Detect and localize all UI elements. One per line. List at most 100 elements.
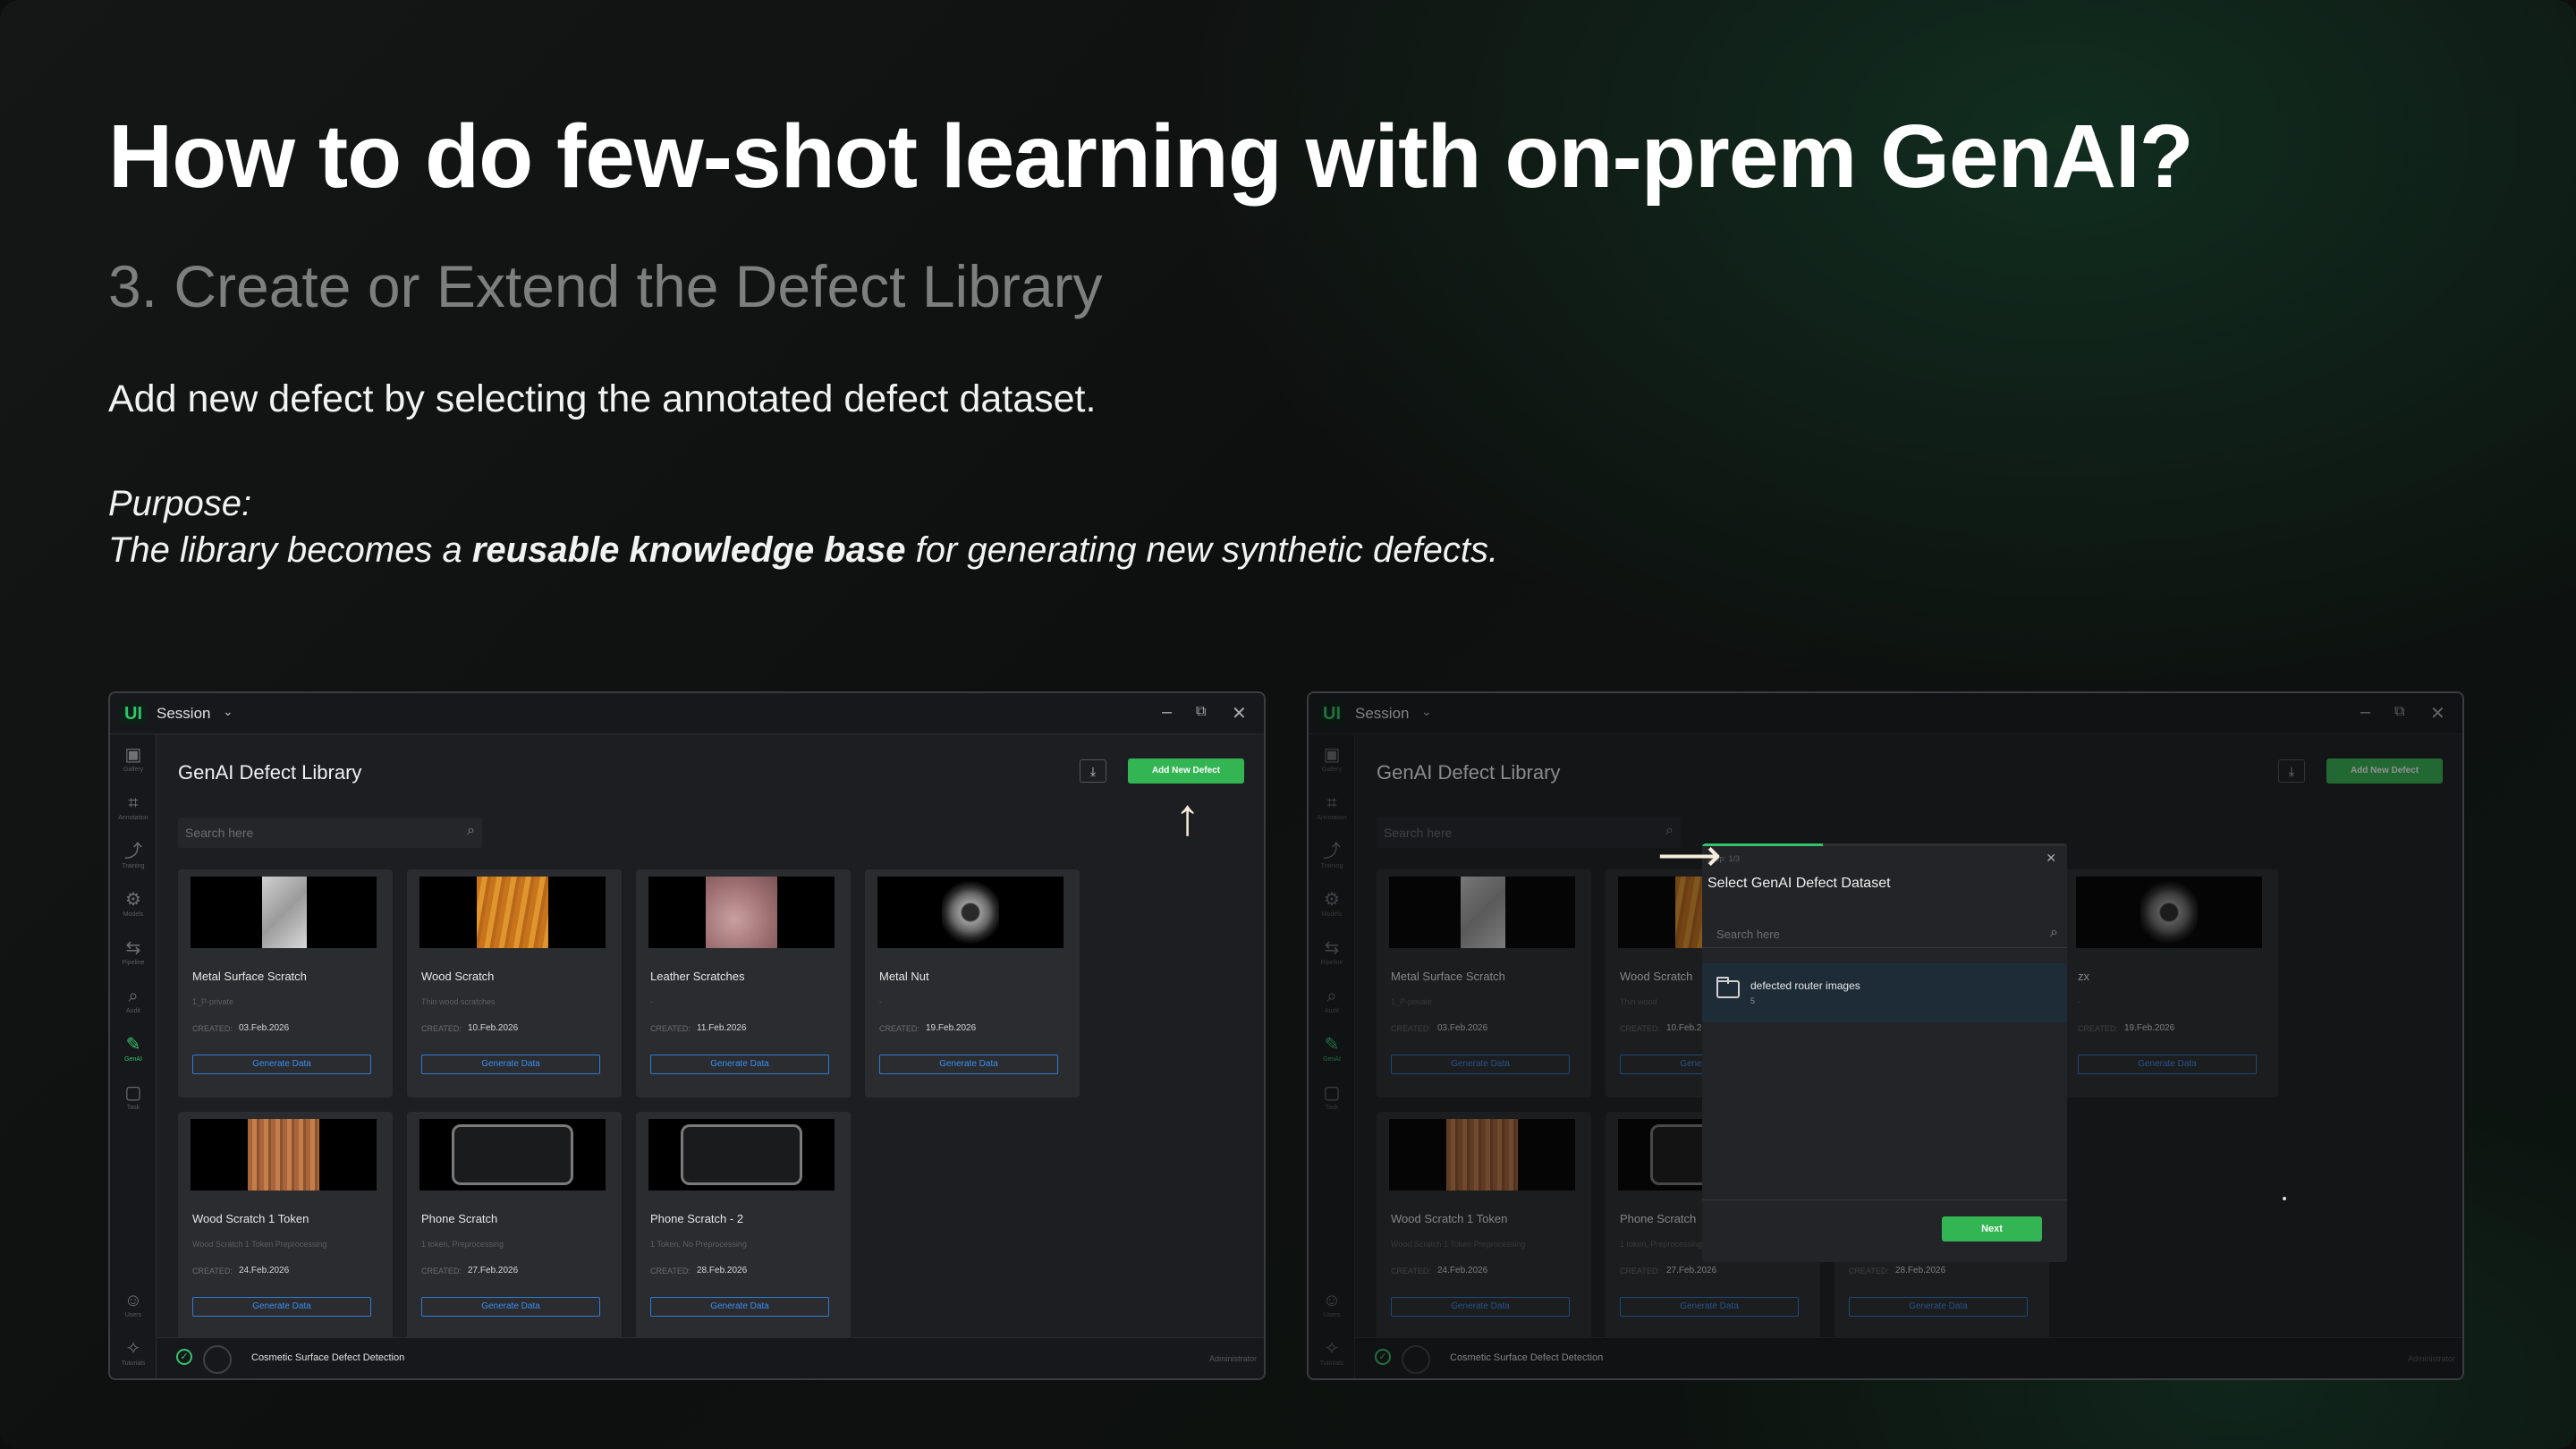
created-date: 24.Feb.2026: [239, 1266, 290, 1275]
defect-card[interactable]: Phone Scratch - 2 1 Token, No Preprocessi…: [636, 1112, 851, 1340]
sidebar-item-annotation[interactable]: ⌗ Annotation: [110, 793, 157, 821]
sidebar-item-tutorials[interactable]: ✧ Tutorials: [110, 1339, 157, 1367]
defect-description: Wood Scratch 1 Token Preprocessing: [192, 1240, 327, 1249]
sidebar-item-gallery[interactable]: ▣ Gallery: [110, 745, 157, 773]
avatar[interactable]: [203, 1345, 232, 1374]
task-icon: ▢: [124, 1083, 142, 1103]
sidebar: ▣ Gallery ⌗ Annotation ⤴ Training ⚙ Models ⇆ Pipe…: [110, 734, 157, 1378]
defect-name: Metal Nut: [879, 970, 929, 983]
defect-name: Wood Scratch 1 Token: [192, 1212, 309, 1225]
created-date: 11.Feb.2026: [697, 1023, 747, 1033]
defect-thumbnail: [191, 877, 377, 948]
sidebar-item-training[interactable]: ⤴ Training: [110, 842, 157, 869]
tutorial-icon: ✧: [125, 1339, 141, 1359]
download-button[interactable]: ⤓: [1080, 759, 1106, 783]
sidebar-item-label: Annotation: [118, 815, 148, 821]
sidebar-item-models[interactable]: ⚙ Models: [110, 890, 157, 918]
arrow-up-icon: ↑: [1174, 788, 1200, 846]
sidebar-item-pipeline[interactable]: ⇆ Pipeline: [110, 938, 157, 966]
defect-name: Phone Scratch: [421, 1212, 498, 1225]
user-icon: ☺: [123, 1291, 143, 1310]
add-new-defect-button[interactable]: Add New Defect: [1128, 758, 1244, 784]
created-label: CREATED:: [421, 1024, 462, 1033]
created-label: CREATED:: [650, 1024, 691, 1033]
defect-thumbnail: [648, 1119, 835, 1191]
slide-subtitle: 3. Create or Extend the Defect Library: [108, 253, 1103, 319]
generate-data-button[interactable]: Generate Data: [650, 1055, 829, 1074]
page-title: GenAI Defect Library: [178, 761, 362, 784]
defect-card[interactable]: Wood Scratch 1 Token Wood Scratch 1 Token…: [178, 1112, 393, 1340]
defect-name: Wood Scratch: [421, 970, 495, 983]
created-date: 28.Feb.2026: [697, 1266, 748, 1275]
app-window-select-dataset: UI Session ⌄ – ⧉ ✕ ▣ Gallery ⌗ Annotation ⤴ T…: [1307, 691, 2464, 1380]
generate-data-button[interactable]: Generate Data: [192, 1297, 371, 1317]
close-icon[interactable]: ✕: [1232, 702, 1247, 724]
defect-card[interactable]: Metal Nut - CREATED: 19.Feb.2026 Generate Da…: [865, 869, 1080, 1097]
sidebar-item-users[interactable]: ☺ Users: [110, 1291, 157, 1318]
sidebar-item-label: Training: [122, 863, 145, 869]
created-date: 19.Feb.2026: [926, 1023, 977, 1033]
cursor-dot: [2283, 1197, 2286, 1200]
defect-thumbnail: [419, 1119, 606, 1191]
defect-card[interactable]: Metal Surface Scratch 1_P-private CREATED:…: [178, 869, 393, 1097]
sidebar-item-audit[interactable]: ⌕ Audit: [110, 987, 157, 1014]
slide-description: Add new defect by selecting the annotate…: [108, 377, 1097, 420]
modal-title: Select GenAI Defect Dataset: [1707, 876, 1891, 891]
sidebar-item-label: Gallery: [123, 767, 144, 773]
defect-card[interactable]: Leather Scratches - CREATED: 11.Feb.2026 Gen…: [636, 869, 851, 1097]
training-icon: ⤴: [124, 842, 142, 861]
modal-footer: Next: [1702, 1199, 2067, 1262]
generate-data-button[interactable]: Generate Data: [650, 1297, 829, 1317]
audit-icon: ⌕: [128, 987, 139, 1006]
project-name: Cosmetic Surface Defect Detection: [251, 1352, 405, 1363]
search-input[interactable]: Search here ⌕: [178, 818, 482, 848]
search-icon: ⌕: [2050, 925, 2058, 940]
dataset-list-item[interactable]: defected router images 5: [1702, 963, 2067, 1022]
created-date: 10.Feb.2026: [468, 1023, 519, 1033]
sidebar-item-label: Pipeline: [122, 960, 145, 966]
defect-name: Leather Scratches: [650, 970, 745, 983]
sidebar-item-label: Audit: [126, 1008, 140, 1014]
sidebar-item-label: Users: [124, 1312, 142, 1318]
generate-data-button[interactable]: Generate Data: [879, 1055, 1058, 1074]
close-icon[interactable]: ✕: [2046, 851, 2056, 866]
defect-card[interactable]: Phone Scratch 1 token, Preprocessing CREAT…: [407, 1112, 622, 1340]
slide-title: How to do few-shot learning with on-prem…: [108, 106, 2194, 207]
defect-description: 1 token, Preprocessing: [421, 1240, 504, 1249]
defect-name: Metal Surface Scratch: [192, 970, 307, 983]
sidebar-item-label: Models: [123, 911, 144, 918]
dataset-search-input[interactable]: Search here ⌕: [1702, 919, 2067, 948]
sidebar-item-label: Task: [126, 1105, 140, 1111]
purpose-block: Purpose: The library becomes a reusable …: [108, 480, 1498, 573]
defect-thumbnail: [191, 1119, 377, 1191]
purpose-text: The library becomes a reusable knowledge…: [108, 530, 1499, 570]
sidebar-item-task[interactable]: ▢ Task: [110, 1083, 157, 1111]
generate-data-button[interactable]: Generate Data: [192, 1055, 371, 1074]
generate-data-button[interactable]: Generate Data: [421, 1297, 600, 1317]
check-icon: ✓: [176, 1349, 192, 1365]
created-label: CREATED:: [879, 1024, 919, 1033]
next-button[interactable]: Next: [1942, 1216, 2042, 1241]
restore-icon[interactable]: ⧉: [1196, 704, 1206, 720]
defect-description: 1_P-private: [192, 997, 234, 1006]
defect-thumbnail: [419, 877, 606, 948]
created-date: 03.Feb.2026: [239, 1023, 290, 1033]
generate-data-button[interactable]: Generate Data: [421, 1055, 600, 1074]
dataset-name: defected router images: [1750, 979, 1860, 992]
minimize-icon[interactable]: –: [1162, 702, 1172, 723]
session-menu[interactable]: Session: [157, 705, 210, 723]
step-progress: [1702, 843, 2067, 846]
defect-thumbnail: [648, 877, 835, 948]
chevron-down-icon[interactable]: ⌄: [223, 704, 233, 719]
gallery-icon: ▣: [124, 745, 142, 765]
dataset-count: 5: [1750, 996, 1756, 1005]
app-logo: UI: [121, 702, 146, 725]
defect-card[interactable]: Wood Scratch Thin wood scratches CREATED: 1…: [407, 869, 622, 1097]
pipeline-icon: ⇆: [125, 938, 141, 958]
sidebar-item-genai[interactable]: ✎ GenAI: [110, 1035, 157, 1063]
created-label: CREATED:: [421, 1267, 462, 1275]
user-role: Administrator: [1208, 1354, 1257, 1363]
defect-description: -: [879, 997, 882, 1006]
created-label: CREATED:: [192, 1024, 233, 1033]
sidebar-item-label: Tutorials: [121, 1360, 146, 1367]
